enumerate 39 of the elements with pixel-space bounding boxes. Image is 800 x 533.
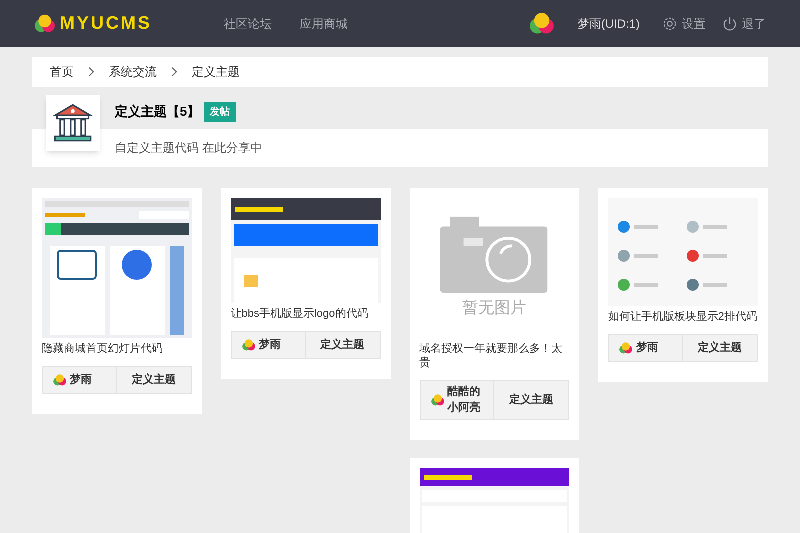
author-name[interactable]: 梦雨 (258, 337, 281, 353)
category-link[interactable]: 定义主题 (132, 372, 176, 388)
breadcrumb-link[interactable]: 定义主题 (192, 63, 240, 81)
logout-link[interactable]: 退了 (722, 14, 766, 32)
author-name[interactable]: 梦雨 (70, 372, 92, 388)
category-link[interactable]: 定义主题 (320, 336, 365, 354)
breadcrumb-link[interactable]: 首页 (50, 63, 74, 81)
category-link[interactable]: 定义主题 (698, 340, 742, 356)
avatar-icon (619, 342, 634, 354)
category-link[interactable]: 定义主题 (509, 392, 554, 408)
avatar-icon (242, 338, 256, 352)
logo-icon (34, 14, 56, 34)
post-title[interactable]: 隐藏商城首页幻灯片代码 (42, 342, 192, 356)
post-card[interactable]: 让bbs手机版显示logo的代码 梦雨 定义主题 (220, 188, 390, 379)
author-name[interactable]: 酷酷的小阿亮 (448, 384, 484, 416)
chevron-icon (171, 67, 178, 77)
nav-link[interactable]: 社区论坛 (224, 14, 272, 32)
no-image-text: 暂无图片 (462, 298, 526, 319)
post-card[interactable]: 暂无图片 域名授权一年就要那么多！太贵 酷酷的小阿亮 定义主题 (410, 188, 580, 440)
post-title[interactable]: 让bbs手机版显示logo的代码 (230, 307, 380, 321)
nav-link[interactable]: 应用商城 (300, 14, 348, 32)
post-title[interactable]: 域名授权一年就要那么多！太贵 (420, 342, 570, 370)
post-card[interactable]: 如何让手机版板块显示2排代码 梦雨 定义主题 (598, 188, 768, 382)
user-link[interactable]: 梦雨(UID:1) (577, 14, 640, 32)
forum-description: 自定义主题代码 在此分享中 (115, 140, 262, 157)
chevron-icon (88, 67, 95, 77)
author-name[interactable]: 梦雨 (636, 340, 658, 356)
camera-icon (439, 215, 550, 293)
settings-icon (662, 16, 678, 32)
logo-text[interactable]: MYUCMS (60, 10, 152, 37)
avatar-icon (53, 374, 67, 386)
breadcrumb-link[interactable]: 系统交流 (109, 63, 157, 81)
forum-title: 定义主题【5】 (115, 103, 200, 122)
power-icon (722, 16, 738, 32)
post-card[interactable]: 隐藏商城首页幻灯片代码 梦雨 定义主题 (32, 188, 202, 414)
avatar-icon (430, 394, 444, 406)
avatar-icon (529, 12, 556, 36)
post-title[interactable]: 如何让手机版板块显示2排代码 (608, 310, 758, 324)
settings-link[interactable]: 设置 (662, 14, 706, 32)
